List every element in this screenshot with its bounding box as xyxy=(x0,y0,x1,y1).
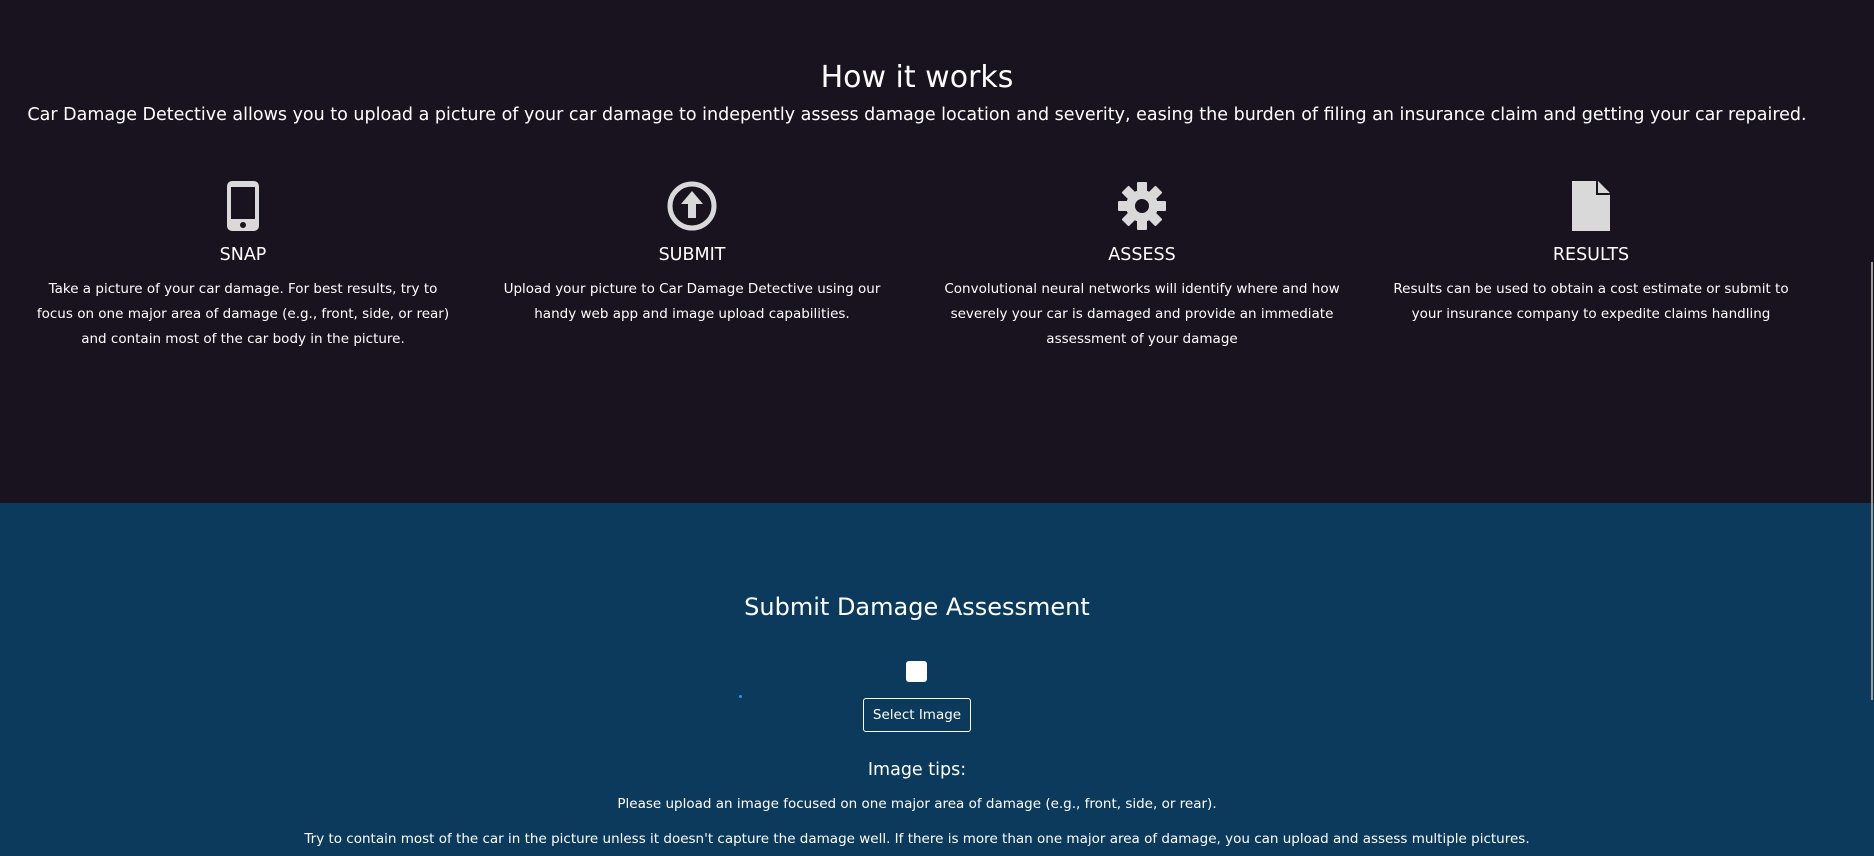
feature-description: Take a picture of your car damage. For b… xyxy=(36,281,450,347)
feature-snap: SNAP Take a picture of your car damage. … xyxy=(28,180,458,352)
feature-description: Convolutional neural networks will ident… xyxy=(944,281,1340,347)
image-checkbox[interactable] xyxy=(906,661,927,682)
image-tip: Try to contain most of the car in the pi… xyxy=(304,831,1530,847)
feature-name: SNAP xyxy=(219,245,267,265)
image-tips-title: Image tips: xyxy=(867,760,967,780)
feature-submit: SUBMIT Upload your picture to Car Damage… xyxy=(477,180,907,327)
how-it-works-description: Car Damage Detective allows you to uploa… xyxy=(27,105,1807,125)
feature-results: RESULTS Results can be used to obtain a … xyxy=(1376,180,1806,327)
feature-description: Upload your picture to Car Damage Detect… xyxy=(503,281,881,322)
loading-dot xyxy=(739,695,742,698)
feature-assess: ASSESS Convolutional neural networks wil… xyxy=(927,180,1357,352)
document-icon xyxy=(1376,180,1806,232)
how-it-works-title: How it works xyxy=(820,60,1014,95)
feature-name: SUBMIT xyxy=(658,245,726,265)
gear-icon xyxy=(927,180,1357,232)
feature-description: Results can be used to obtain a cost est… xyxy=(1393,281,1789,322)
select-image-button[interactable]: Select Image xyxy=(863,698,971,732)
submit-section: Submit Damage Assessment Select Image Im… xyxy=(0,503,1874,856)
feature-name: ASSESS xyxy=(1108,245,1176,265)
image-tip: Please upload an image focused on one ma… xyxy=(617,796,1217,812)
feature-name: RESULTS xyxy=(1552,245,1630,265)
upload-circle-icon xyxy=(477,180,907,232)
mobile-phone-icon xyxy=(28,180,458,232)
submit-title: Submit Damage Assessment xyxy=(744,593,1090,621)
how-it-works-section: How it works Car Damage Detective allows… xyxy=(0,0,1874,503)
scrollbar[interactable] xyxy=(1871,262,1873,700)
